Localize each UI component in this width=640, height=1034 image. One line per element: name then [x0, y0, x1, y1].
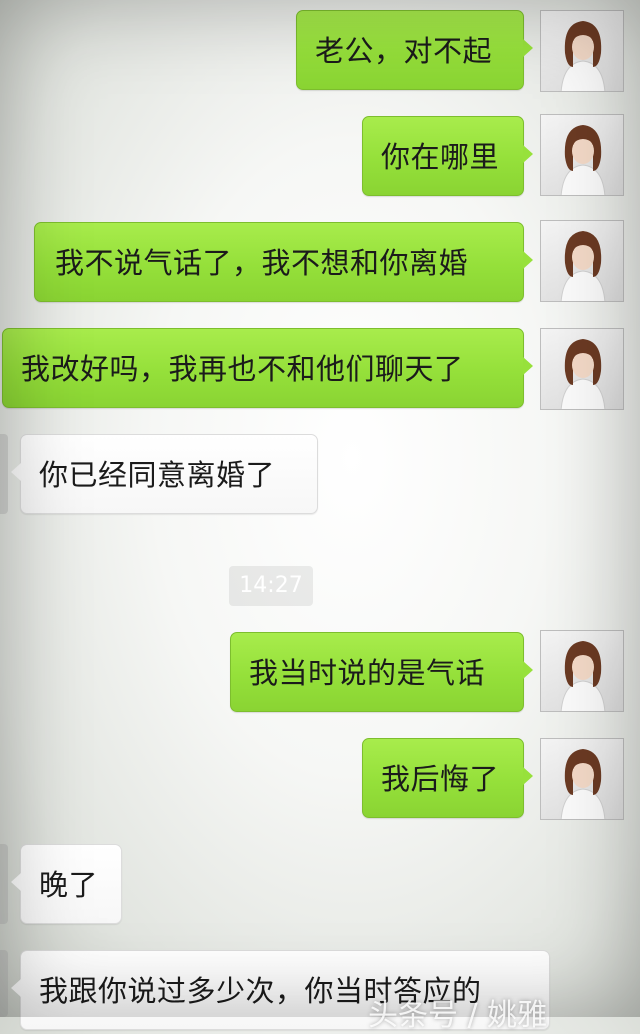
self-avatar[interactable] [540, 328, 624, 410]
chat-bubble-incoming[interactable]: 你已经同意离婚了 [11, 434, 318, 514]
message-text: 老公，对不起 [315, 34, 493, 68]
peer-avatar-edge [0, 950, 8, 1017]
message-text: 你在哪里 [381, 140, 500, 174]
chat-bubble-outgoing[interactable]: 我当时说的是气话 [230, 632, 533, 712]
chat-bubble-incoming[interactable]: 晚了 [11, 844, 122, 924]
avatar-icon [560, 125, 606, 195]
self-avatar[interactable] [540, 738, 624, 820]
peer-avatar-edge [0, 844, 8, 924]
message-text: 我改好吗，我再也不和他们聊天了 [21, 352, 464, 386]
message-text: 我不说气话了，我不想和你离婚 [55, 246, 469, 280]
avatar-icon [560, 231, 606, 301]
avatar-icon [560, 339, 606, 409]
chat-bubble-outgoing[interactable]: 老公，对不起 [296, 10, 533, 90]
self-avatar[interactable] [540, 10, 624, 92]
message-text: 我当时说的是气话 [249, 656, 486, 690]
self-avatar[interactable] [540, 114, 624, 196]
watermark: 头条号 / 姚雅 [368, 998, 548, 1033]
avatar-icon [560, 749, 606, 819]
message-text: 我后悔了 [381, 762, 500, 796]
chat-bubble-outgoing[interactable]: 我后悔了 [362, 738, 533, 818]
message-text: 你已经同意离婚了 [39, 458, 276, 492]
self-avatar[interactable] [540, 630, 624, 712]
avatar-icon [560, 21, 606, 91]
message-text: 晚了 [39, 868, 99, 902]
avatar-icon [560, 641, 606, 711]
timestamp-divider: 14:27 [229, 566, 313, 606]
chat-bubble-outgoing[interactable]: 我改好吗，我再也不和他们聊天了 [2, 328, 533, 408]
peer-avatar-edge [0, 434, 8, 514]
chat-bubble-outgoing[interactable]: 你在哪里 [362, 116, 533, 196]
chat-bubble-outgoing[interactable]: 我不说气话了，我不想和你离婚 [34, 222, 533, 302]
self-avatar[interactable] [540, 220, 624, 302]
